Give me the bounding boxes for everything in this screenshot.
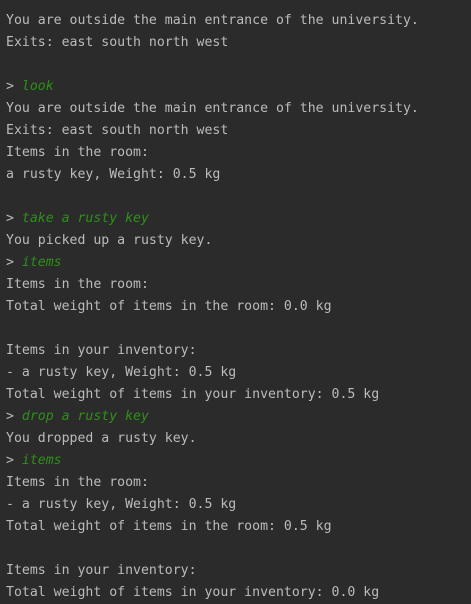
console-output-line: You picked up a rusty key. xyxy=(6,233,213,248)
console-output-line: Exits: east south north west xyxy=(6,35,229,50)
console-output-line: Exits: east south north west xyxy=(6,123,229,138)
console-command-text: take a rusty key xyxy=(21,211,149,226)
console-output-line: Items in the room: xyxy=(6,475,149,490)
console-output-line: Items in your inventory: xyxy=(6,343,197,358)
prompt-symbol: > xyxy=(6,409,14,424)
prompt-symbol: > xyxy=(6,453,14,468)
console-output-line: Total weight of items in the room: 0.5 k… xyxy=(6,519,332,534)
console-command-text: items xyxy=(21,453,62,468)
console-command-line: > items xyxy=(6,252,471,274)
console-command-line: > look xyxy=(6,76,471,98)
console-output-line: Items in the room: xyxy=(6,277,149,292)
console-output[interactable]: You are outside the main entrance of the… xyxy=(6,10,471,604)
console-output-line: You are outside the main entrance of the… xyxy=(6,101,419,116)
console-command-line: > items xyxy=(6,450,471,472)
console-output-line: - a rusty key, Weight: 0.5 kg xyxy=(6,497,237,512)
prompt-symbol: > xyxy=(6,79,14,94)
console-output-line: You dropped a rusty key. xyxy=(6,431,197,446)
console-output-line: Total weight of items in your inventory:… xyxy=(6,585,380,600)
console-command-line: > drop a rusty key xyxy=(6,406,471,428)
console-command-text: look xyxy=(21,79,54,94)
console-output-line: Total weight of items in your inventory:… xyxy=(6,387,380,402)
console-output-line: You are outside the main entrance of the… xyxy=(6,13,419,28)
console-output-line: Total weight of items in the room: 0.0 k… xyxy=(6,299,332,314)
console-command-line: > take a rusty key xyxy=(6,208,471,230)
console-output-line: Items in your inventory: xyxy=(6,563,197,578)
console-command-text: drop a rusty key xyxy=(21,409,149,424)
prompt-symbol: > xyxy=(6,211,14,226)
console-command-text: items xyxy=(21,255,62,270)
console-output-line: Items in the room: xyxy=(6,145,149,160)
prompt-symbol: > xyxy=(6,255,14,270)
console-output-line: - a rusty key, Weight: 0.5 kg xyxy=(6,365,237,380)
console-output-line: a rusty key, Weight: 0.5 kg xyxy=(6,167,221,182)
